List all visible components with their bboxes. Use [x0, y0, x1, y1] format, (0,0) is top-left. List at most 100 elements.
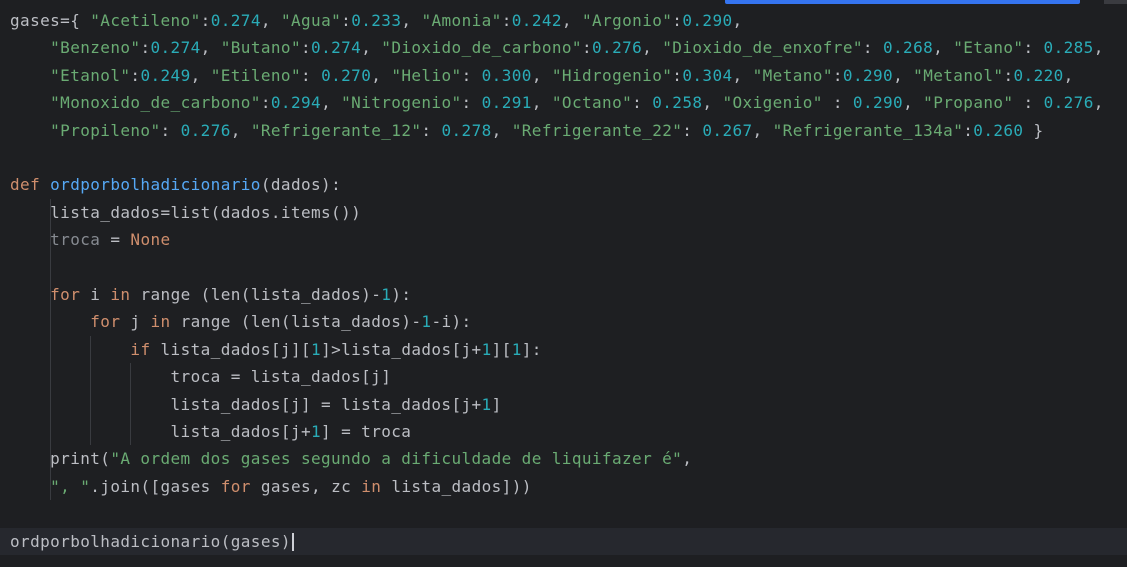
code-token: in	[110, 285, 131, 304]
code-token: "Refrigerante_22"	[511, 120, 683, 140]
code-token: ,	[200, 38, 221, 58]
code-token: :	[581, 38, 592, 58]
code-token: lista_dados[j][	[150, 339, 312, 359]
code-token: lista_dados[j] = lista_dados[j+	[10, 394, 482, 414]
code-token: :	[461, 65, 482, 85]
code-token: 1	[421, 312, 432, 332]
code-token: "Helio"	[391, 65, 462, 85]
code-line[interactable]	[0, 254, 1127, 281]
code-token: ,	[702, 93, 723, 113]
code-token: "Amonia"	[421, 11, 502, 30]
code-token: 0.290	[842, 65, 894, 85]
code-token: ,	[531, 93, 552, 113]
code-token: 0.260	[973, 120, 1024, 140]
code-token: :	[140, 38, 151, 58]
code-token: range (len(lista_dados)-	[130, 285, 382, 304]
text-caret	[291, 533, 294, 552]
code-token: 0.290	[682, 11, 733, 30]
code-line[interactable]: for i in range (len(lista_dados)-1):	[0, 281, 1127, 308]
code-token: :	[160, 120, 181, 140]
code-token: ,	[933, 38, 954, 58]
code-line[interactable]: ", ".join([gases for gases, zc in lista_…	[0, 473, 1127, 500]
code-token: gases, zc	[250, 476, 362, 496]
code-token: 0.258	[652, 93, 703, 113]
code-token: "Etano"	[953, 38, 1024, 58]
code-token: "Agua"	[280, 11, 342, 30]
code-line[interactable]: ordporbolhadicionario(gases)	[0, 527, 1127, 555]
code-token: :	[301, 65, 322, 85]
code-token: ,	[361, 38, 382, 58]
code-token: lista_dados[j+	[10, 422, 311, 441]
code-line[interactable]: def ordporbolhadicionario(dados):	[0, 171, 1127, 198]
code-line[interactable]: for j in range (len(lista_dados)-1-i):	[0, 308, 1127, 335]
code-token: ,	[491, 120, 512, 140]
code-token: ,	[371, 65, 392, 85]
code-token: 0.220	[1013, 65, 1064, 85]
code-line[interactable]: troca = lista_dados[j]	[0, 363, 1127, 390]
code-token: in	[150, 312, 171, 332]
code-token: ][	[491, 339, 512, 359]
code-editor[interactable]: gases={ "Acetileno":0.274, "Agua":0.233,…	[0, 0, 1127, 567]
code-token: "Monoxido_de_carbono"	[50, 93, 261, 113]
code-token: =	[100, 230, 131, 250]
code-token: :	[682, 120, 703, 140]
code-token: ,	[893, 65, 914, 85]
code-token: ,	[401, 11, 422, 30]
code-token: gases={	[10, 11, 91, 30]
code-token: :	[632, 93, 653, 113]
code-token: 0.249	[140, 65, 191, 85]
code-line[interactable]: "Etanol":0.249, "Etileno": 0.270, "Helio…	[0, 62, 1127, 89]
code-token: "Propileno"	[50, 120, 161, 140]
code-token: ", "	[50, 476, 91, 496]
code-token: 0.285	[1043, 38, 1094, 58]
code-token: ]	[491, 394, 502, 414]
code-line[interactable]: if lista_dados[j][1]>lista_dados[j+1][1]…	[0, 336, 1127, 363]
code-token: :	[963, 120, 974, 140]
code-token: ,	[260, 11, 281, 30]
code-token: range (len(lista_dados)-	[170, 312, 422, 332]
code-line[interactable]	[0, 144, 1127, 171]
code-token: ]:	[521, 339, 542, 359]
code-token: ,	[230, 120, 251, 140]
code-line[interactable]: gases={ "Acetileno":0.274, "Agua":0.233,…	[0, 7, 1127, 34]
code-token: "Dioxido_de_carbono"	[381, 38, 582, 58]
code-token: :	[1003, 65, 1014, 85]
code-token: "Metanol"	[913, 65, 1004, 85]
code-line[interactable]: "Monoxido_de_carbono":0.294, "Nitrogenio…	[0, 89, 1127, 116]
code-token: 1	[481, 394, 492, 414]
code-token: ,	[642, 38, 663, 58]
code-token: ,	[1093, 38, 1104, 58]
code-line[interactable]: "Benzeno":0.274, "Butano":0.274, "Dioxid…	[0, 34, 1127, 61]
code-token: "Etanol"	[50, 65, 131, 85]
code-token: 0.294	[270, 93, 322, 113]
code-token: 0.268	[882, 38, 934, 58]
code-token: "Butano"	[220, 38, 301, 58]
code-token: }	[1023, 120, 1044, 140]
code-line[interactable]: lista_dados=list(dados.items())	[0, 199, 1127, 226]
code-token: lista_dados=list(dados.items())	[10, 202, 362, 222]
code-token: ,	[321, 93, 342, 113]
code-token: 0.300	[481, 65, 532, 85]
code-line[interactable]: troca = None	[0, 226, 1127, 253]
code-token: ordporbolhadicionario	[50, 175, 261, 195]
code-line[interactable]: lista_dados[j+1] = troca	[0, 418, 1127, 445]
code-token: :	[832, 65, 843, 85]
code-token: lista_dados]))	[381, 476, 532, 496]
code-token: ,	[190, 65, 211, 85]
code-line[interactable]: print("A ordem dos gases segundo a dific…	[0, 445, 1127, 472]
code-token: :	[260, 93, 271, 113]
code-line[interactable]	[0, 500, 1127, 527]
code-line[interactable]: lista_dados[j] = lista_dados[j+1]	[0, 391, 1127, 418]
code-token: troca = lista_dados[j]	[10, 367, 392, 387]
active-tab-indicator	[725, 0, 1080, 4]
code-token: ] = troca	[321, 422, 412, 441]
code-token: "Oxigenio"	[722, 93, 823, 113]
code-token: 0.304	[682, 65, 733, 85]
code-line[interactable]: "Propileno": 0.276, "Refrigerante_12": 0…	[0, 117, 1127, 144]
